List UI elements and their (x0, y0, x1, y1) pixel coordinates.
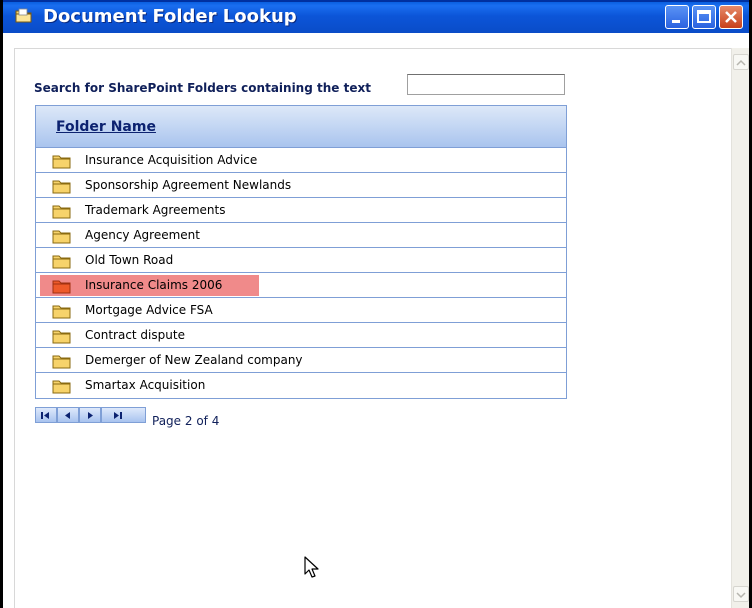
folder-row-label: Sponsorship Agreement Newlands (85, 178, 292, 192)
folder-row[interactable]: Smartax Acquisition (36, 373, 566, 398)
folder-row-label: Contract dispute (85, 328, 185, 342)
folder-icon (52, 155, 71, 169)
folder-row[interactable]: Insurance Acquisition Advice (36, 148, 566, 173)
chevron-down-icon (736, 592, 746, 599)
folder-row-label: Old Town Road (85, 253, 174, 267)
close-button[interactable] (719, 5, 743, 29)
folder-name-column-header[interactable]: Folder Name (56, 119, 156, 135)
scroll-down-button[interactable] (733, 586, 749, 602)
search-input[interactable] (407, 74, 565, 95)
grid-header: Folder Name (36, 106, 566, 148)
folder-row-label: Smartax Acquisition (85, 378, 206, 392)
folder-row[interactable]: Sponsorship Agreement Newlands (36, 173, 566, 198)
folder-row[interactable]: Trademark Agreements (36, 198, 566, 223)
folder-row-label: Mortgage Advice FSA (85, 303, 213, 317)
folder-row[interactable]: Insurance Claims 2006 (36, 273, 566, 298)
chevron-up-icon (736, 59, 746, 66)
prev-page-button[interactable] (57, 407, 79, 423)
folder-row[interactable]: Old Town Road (36, 248, 566, 273)
folder-row[interactable]: Agency Agreement (36, 223, 566, 248)
first-page-icon (41, 412, 49, 419)
folder-icon (52, 305, 71, 319)
first-page-button[interactable] (35, 407, 57, 423)
next-page-icon (88, 412, 93, 419)
folder-row[interactable]: Contract dispute (36, 323, 566, 348)
folder-app-icon (15, 8, 32, 23)
window-title: Document Folder Lookup (43, 6, 297, 27)
folder-row-label: Trademark Agreements (85, 203, 226, 217)
scroll-up-button[interactable] (733, 54, 749, 70)
folder-icon (52, 255, 71, 269)
folder-icon (52, 230, 71, 244)
folder-row-label: Demerger of New Zealand company (85, 353, 303, 367)
last-page-icon (114, 412, 122, 419)
folder-row-label: Insurance Claims 2006 (85, 278, 223, 292)
last-page-button[interactable] (101, 407, 146, 423)
search-label: Search for SharePoint Folders containing… (34, 81, 371, 95)
folder-row[interactable]: Mortgage Advice FSA (36, 298, 566, 323)
folder-row-label: Agency Agreement (85, 228, 200, 242)
maximize-button[interactable] (692, 5, 716, 29)
mouse-cursor-icon (304, 556, 319, 578)
page-indicator: Page 2 of 4 (152, 414, 220, 428)
folder-icon (52, 280, 71, 294)
title-bar[interactable]: Document Folder Lookup (3, 0, 749, 33)
minimize-button[interactable] (665, 5, 689, 29)
close-icon (725, 11, 737, 23)
next-page-button[interactable] (79, 407, 101, 423)
folder-icon (52, 180, 71, 194)
folder-grid: Folder Name Insurance Acquisition Advice… (35, 105, 567, 399)
folder-icon (52, 355, 71, 369)
folder-row-label: Insurance Acquisition Advice (85, 153, 258, 167)
folder-row[interactable]: Demerger of New Zealand company (36, 348, 566, 373)
maximize-icon (697, 10, 711, 23)
prev-page-icon (65, 412, 70, 419)
folder-icon (52, 380, 71, 394)
folder-icon (52, 205, 71, 219)
vertical-scrollbar[interactable] (731, 48, 749, 608)
minimize-icon (672, 20, 680, 23)
folder-icon (52, 330, 71, 344)
